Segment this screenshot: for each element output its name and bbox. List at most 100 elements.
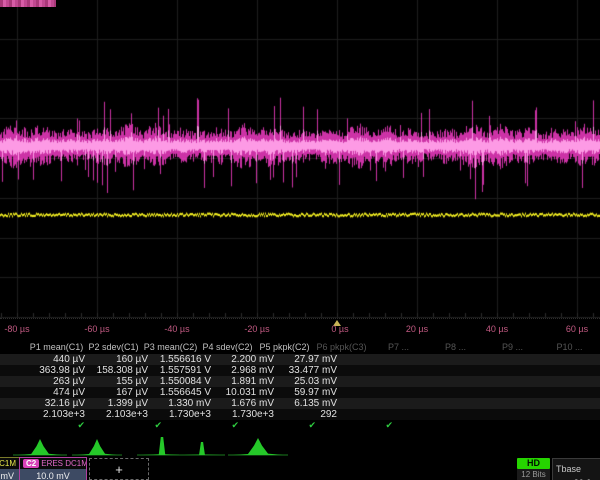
measure-value: 2.968 mV — [217, 365, 280, 376]
x-axis-tick-label: -40 µs — [164, 324, 189, 334]
measure-value: 2.200 mV — [217, 354, 280, 365]
waveform-canvas[interactable] — [0, 0, 600, 318]
c2-scale-value: 10.0 mV — [20, 469, 86, 480]
measure-value — [343, 376, 406, 387]
measure-value — [406, 354, 469, 365]
measure-value: 1.550084 V — [154, 376, 217, 387]
measure-value: 59.97 mV — [280, 387, 343, 398]
c1-coupling-label: DC1M — [0, 459, 16, 468]
measure-value: 6.135 mV — [280, 398, 343, 409]
measure-header-row: P1 mean(C1)P2 sdev(C1)P3 mean(C2)P4 sdev… — [0, 341, 600, 354]
measure-value: 1.730e+3 — [154, 409, 217, 420]
measure-value: 1.730e+3 — [217, 409, 280, 420]
measure-value: 158.308 µV — [91, 365, 154, 376]
measure-column-header-p5[interactable]: P5 pkpk(C2) — [256, 341, 313, 354]
measure-value: 1.557591 V — [154, 365, 217, 376]
measure-value: 1.330 mV — [154, 398, 217, 409]
hd-mode-group[interactable]: HD 12 Bits — [517, 458, 550, 480]
c1-scale-value: 10.0 mV — [0, 469, 19, 480]
plus-icon: + — [115, 462, 123, 477]
measure-value: 27.97 mV — [280, 354, 343, 365]
measure-value-row: 474 µV167 µV1.556645 V10.031 mV59.97 mV — [0, 387, 600, 398]
measure-value: 292 — [280, 409, 343, 420]
x-axis-tick-label: -20 µs — [244, 324, 269, 334]
measure-column-header-p7[interactable]: P7 ... — [370, 341, 427, 354]
x-axis-tick-label: -80 µs — [4, 324, 29, 334]
measure-status-check: ✔ — [105, 420, 182, 431]
measure-column-header-p8[interactable]: P8 ... — [427, 341, 484, 354]
histicon-p3[interactable] — [142, 437, 182, 455]
measure-value — [469, 365, 532, 376]
oscilloscope-screen: -80 µs -60 µs -40 µs -20 µs 0 µs 20 µs 40 µs 60… — [0, 0, 600, 480]
measure-value — [343, 365, 406, 376]
measure-column-header-p10[interactable]: P10 ... — [541, 341, 598, 354]
measure-value — [532, 398, 595, 409]
measure-column-header-p4[interactable]: P4 sdev(C2) — [199, 341, 256, 354]
x-axis-tick-label: 0 µs — [331, 324, 348, 334]
measure-value — [532, 376, 595, 387]
measure-value: 32.16 µV — [28, 398, 91, 409]
measure-value: 363.98 µV — [28, 365, 91, 376]
measure-value — [406, 398, 469, 409]
measure-value-row: 2.103e+32.103e+31.730e+31.730e+3292 — [0, 409, 600, 420]
measure-value-row: 440 µV160 µV1.556616 V2.200 mV27.97 mV — [0, 354, 600, 365]
measure-value-row: 363.98 µV158.308 µV1.557591 V2.968 mV33.… — [0, 365, 600, 376]
measure-value — [595, 409, 600, 420]
waveform-display[interactable] — [0, 0, 600, 318]
measure-value — [595, 398, 600, 409]
measure-value — [595, 387, 600, 398]
measure-value — [406, 387, 469, 398]
histicon-p2[interactable] — [77, 439, 117, 455]
c2-coupling-label: ERES DC1M — [41, 459, 87, 468]
measure-value — [343, 387, 406, 398]
measure-value: 1.556616 V — [154, 354, 217, 365]
histicon-p5[interactable] — [233, 438, 283, 455]
measure-table: P1 mean(C1)P2 sdev(C1)P3 mean(C2)P4 sdev… — [0, 341, 600, 433]
measure-status-check: ✔ — [28, 420, 105, 431]
measure-value — [595, 376, 600, 387]
measure-column-header-p2[interactable]: P2 sdev(C1) — [85, 341, 142, 354]
measure-value — [532, 387, 595, 398]
measure-value — [595, 365, 600, 376]
measure-value — [343, 409, 406, 420]
measure-value — [595, 354, 600, 365]
measure-value: 155 µV — [91, 376, 154, 387]
x-axis-tick-label: 60 µs — [566, 324, 588, 334]
timebase-descriptor[interactable]: Tbase 20.0 µ — [552, 458, 600, 480]
measure-value — [469, 387, 532, 398]
x-axis-tick-label: -60 µs — [84, 324, 109, 334]
measure-value — [532, 409, 595, 420]
measure-value: 167 µV — [91, 387, 154, 398]
measure-column-header-p6[interactable]: P6 pkpk(C3) — [313, 341, 370, 354]
add-trace-button[interactable]: + — [89, 458, 149, 480]
channel-c2-descriptor[interactable]: C2 ERES DC1M 10.0 mV — [19, 457, 87, 480]
measure-value: 1.556645 V — [154, 387, 217, 398]
x-axis-tick-label: 20 µs — [406, 324, 428, 334]
hd-badge: HD — [517, 458, 550, 469]
measure-value: 2.103e+3 — [91, 409, 154, 420]
measure-status-check: ✔ — [259, 420, 336, 431]
c2-badge: C2 — [23, 459, 39, 468]
measure-value — [469, 409, 532, 420]
time-axis: -80 µs -60 µs -40 µs -20 µs 0 µs 20 µs 40 µs 60… — [0, 318, 600, 339]
histicon-strip — [0, 433, 600, 457]
measure-column-header-p9[interactable]: P9 ... — [484, 341, 541, 354]
measure-value — [343, 354, 406, 365]
histicon-p4[interactable] — [184, 442, 220, 455]
histicon-p1[interactable] — [18, 439, 62, 455]
measure-value — [469, 376, 532, 387]
measure-column-header-p3[interactable]: P3 mean(C2) — [142, 341, 199, 354]
measure-value: 1.399 µV — [91, 398, 154, 409]
measure-status-check: ✔ — [182, 420, 259, 431]
measure-value — [406, 409, 469, 420]
channel-c1-descriptor[interactable]: C1 DC1M 10.0 mV — [0, 457, 20, 480]
x-axis-tick-label: 40 µs — [486, 324, 508, 334]
measure-value: 440 µV — [28, 354, 91, 365]
measure-value: 1.891 mV — [217, 376, 280, 387]
measure-value-row: 32.16 µV1.399 µV1.330 mV1.676 mV6.135 mV — [0, 398, 600, 409]
measure-status-check — [490, 420, 567, 431]
measure-value: 10.031 mV — [217, 387, 280, 398]
measure-value — [406, 365, 469, 376]
measure-column-header-p1[interactable]: P1 mean(C1) — [28, 341, 85, 354]
measure-status-check — [413, 420, 490, 431]
